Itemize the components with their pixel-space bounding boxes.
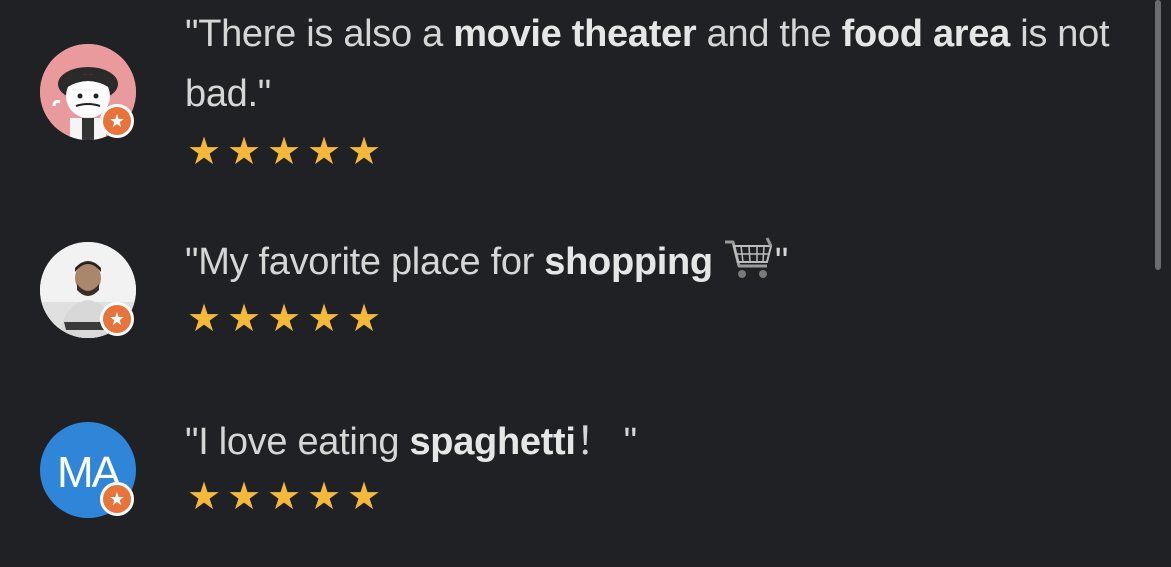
star-icon: ★ [186, 476, 222, 518]
star-rating: ★ ★ ★ ★ ★ [184, 478, 384, 516]
snippet-text: "There is also a [185, 13, 454, 55]
star-icon: ★ [266, 476, 302, 518]
snippet-text: " [774, 241, 789, 283]
star-rating: ★ ★ ★ ★ ★ [184, 133, 384, 171]
star-icon: ★ [306, 476, 342, 518]
star-rating: ★ ★ ★ ★ ★ [184, 300, 384, 338]
snippet-text: "My favorite place for [185, 241, 545, 283]
review-snippet: "My favorite place for shopping " [185, 232, 1130, 300]
star-icon: ★ [346, 476, 382, 518]
star-icon: ★ [346, 131, 382, 173]
local-guide-star-icon: ★ [108, 111, 126, 131]
snippet-highlight: food area [841, 13, 1011, 55]
snippet-highlight: spaghetti [409, 421, 576, 463]
star-icon: ★ [226, 131, 262, 173]
reviews-panel: ★ "There is also a movie theater and the… [0, 0, 1171, 567]
snippet-highlight: movie theater [453, 13, 697, 55]
star-icon: ★ [226, 298, 262, 340]
local-guide-badge: ★ [100, 482, 134, 516]
snippet-text: and the [696, 13, 842, 55]
scrollbar[interactable] [1155, 0, 1161, 270]
star-icon: ★ [266, 131, 302, 173]
local-guide-badge: ★ [100, 104, 134, 138]
shopping-cart-icon [723, 236, 775, 300]
star-icon: ★ [306, 131, 342, 173]
review-snippet: "I love eating spaghetti！ " [185, 412, 1130, 472]
star-icon: ★ [186, 298, 222, 340]
star-icon: ★ [266, 298, 302, 340]
snippet-text: "I love eating [185, 421, 410, 463]
local-guide-star-icon: ★ [108, 309, 126, 329]
snippet-highlight: shopping [544, 241, 713, 283]
snippet-text: ！ " [575, 421, 637, 463]
review-snippet: "There is also a movie theater and the f… [185, 4, 1130, 124]
star-icon: ★ [346, 298, 382, 340]
local-guide-badge: ★ [100, 302, 134, 336]
star-icon: ★ [226, 476, 262, 518]
star-icon: ★ [186, 131, 222, 173]
local-guide-star-icon: ★ [108, 489, 126, 509]
star-icon: ★ [306, 298, 342, 340]
